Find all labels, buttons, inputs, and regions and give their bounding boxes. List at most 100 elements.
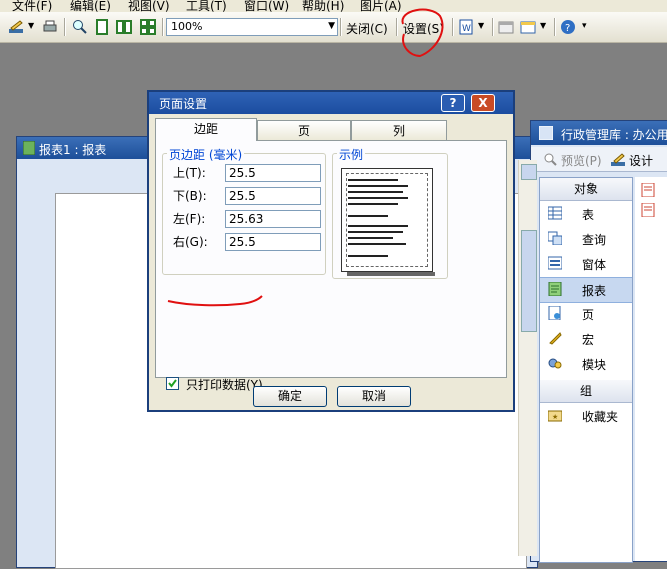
report-window-title: 报表1 : 报表	[39, 143, 107, 157]
object-item-tables[interactable]: 表	[540, 202, 632, 226]
left-margin-field[interactable]: 25.63	[225, 210, 321, 228]
dialog-titlebar: 页面设置 ? X	[149, 92, 513, 114]
object-item-macros[interactable]: 宏	[540, 327, 632, 351]
zoom-value: 100%	[171, 20, 203, 33]
module-icon	[548, 358, 562, 369]
zoom-dropdown-icon[interactable]: ▼	[328, 21, 335, 31]
object-item-label: 表	[582, 208, 595, 222]
checkmark-icon	[168, 379, 177, 388]
svg-text:?: ?	[565, 23, 570, 34]
report-item-icon[interactable]	[641, 183, 655, 197]
dialog-title: 页面设置	[159, 97, 208, 111]
object-item-reports[interactable]: 报表	[540, 277, 632, 303]
print-icon[interactable]	[42, 19, 58, 35]
print-data-only-checkbox[interactable]	[166, 377, 179, 390]
sample-group-label: 示例	[337, 146, 366, 163]
object-item-label: 报表	[582, 284, 607, 298]
database-window-title: 行政管理库 : 办公用品	[561, 128, 667, 142]
scroll-up-button[interactable]	[521, 164, 537, 180]
object-item-label: 页	[582, 308, 595, 322]
new-object-dropdown-icon[interactable]: ▼	[540, 21, 546, 30]
sample-preview	[341, 168, 433, 272]
bottom-margin-field[interactable]: 25.5	[225, 187, 321, 205]
close-button[interactable]: X	[471, 94, 495, 112]
design-view-icon[interactable]	[8, 19, 24, 35]
database-toolbar: 预览(P) 设计	[531, 147, 667, 172]
scroll-thumb[interactable]	[521, 230, 537, 332]
menu-bar: 文件(F) 编辑(E) 视图(V) 工具(T) 窗口(W) 帮助(H) 图片(A…	[0, 0, 667, 12]
database-titlebar: 行政管理库 : 办公用品	[531, 121, 667, 145]
objects-bar: 对象 表 查询 窗体 报表 页 宏 模块 组 ★ 收藏夹	[539, 177, 633, 563]
groups-header[interactable]: 组	[540, 380, 632, 403]
design-button[interactable]: 设计	[629, 152, 653, 169]
preview-icon[interactable]	[543, 152, 557, 166]
menu-file[interactable]: 文件(F)	[12, 0, 52, 12]
macro-icon	[549, 332, 562, 345]
margins-group: 页边距 (毫米) 上(T): 25.5 下(B): 25.5 左(F): 25.…	[162, 146, 326, 275]
right-margin-label: 右(G):	[173, 235, 208, 249]
right-margin-field[interactable]: 25.5	[225, 233, 321, 251]
new-object-icon[interactable]	[520, 19, 536, 35]
database-icon	[539, 126, 553, 140]
tab-page[interactable]: 页	[257, 120, 351, 140]
tab-columns[interactable]: 列	[351, 120, 447, 140]
query-icon	[548, 231, 562, 245]
help-icon[interactable]: ?	[560, 19, 576, 35]
sample-group: 示例	[332, 146, 448, 279]
object-item-queries[interactable]: 查询	[540, 227, 632, 251]
setup-button[interactable]: 设置(S)	[403, 20, 444, 37]
preview-button[interactable]: 预览(P)	[561, 152, 602, 169]
menu-edit[interactable]: 编辑(E)	[70, 0, 111, 12]
toolbar-options-icon[interactable]: ▾	[582, 21, 587, 31]
design-icon[interactable]	[611, 152, 627, 166]
object-item-label: 宏	[582, 333, 595, 347]
tab-margins[interactable]: 边距	[155, 118, 257, 141]
favorites-icon: ★	[548, 410, 562, 422]
menu-view[interactable]: 视图(V)	[128, 0, 170, 12]
object-list	[635, 177, 667, 561]
object-item-label: 查询	[582, 233, 607, 247]
object-item-modules[interactable]: 模块	[540, 352, 632, 376]
word-export-icon[interactable]: W	[458, 19, 474, 35]
report-item-icon[interactable]	[641, 203, 655, 217]
object-item-label: 模块	[582, 358, 607, 372]
top-margin-label: 上(T):	[173, 166, 206, 180]
object-item-label: 窗体	[582, 258, 607, 272]
multiple-pages-icon[interactable]	[140, 19, 156, 35]
objects-header[interactable]: 对象	[540, 178, 632, 201]
menu-tools[interactable]: 工具(T)	[186, 0, 227, 12]
left-margin-label: 左(F):	[173, 212, 206, 226]
menu-help[interactable]: 帮助(H)	[302, 0, 344, 12]
margins-group-label: 页边距 (毫米)	[167, 146, 245, 163]
svg-text:★: ★	[552, 413, 558, 421]
print-data-only-label[interactable]: 只打印数据(Y)	[186, 376, 263, 393]
top-margin-field[interactable]: 25.5	[225, 164, 321, 182]
object-item-pages[interactable]: 页	[540, 302, 632, 326]
report-icon	[548, 282, 562, 296]
margins-panel: 页边距 (毫米) 上(T): 25.5 下(B): 25.5 左(F): 25.…	[155, 140, 507, 392]
zoom-combo[interactable]: 100% ▼	[166, 18, 338, 36]
page-setup-dialog: 页面设置 ? X 边距 页 列 页边距 (毫米) 上(T): 25.5 下(B)…	[147, 90, 515, 412]
export-dropdown-icon[interactable]: ▼	[478, 21, 484, 30]
help-button[interactable]: ?	[441, 94, 465, 112]
cancel-button[interactable]: 取消	[337, 386, 411, 407]
object-item-forms[interactable]: 窗体	[540, 252, 632, 276]
svg-text:W: W	[462, 24, 471, 34]
group-item-favorites[interactable]: ★ 收藏夹	[540, 404, 632, 428]
zoom-icon[interactable]	[72, 19, 88, 35]
design-dropdown-icon[interactable]: ▼	[28, 21, 34, 30]
database-window: 行政管理库 : 办公用品 预览(P) 设计 对象 表 查询 窗体 报表 页	[530, 120, 667, 563]
menu-window[interactable]: 窗口(W)	[244, 0, 289, 12]
one-page-icon[interactable]	[94, 19, 110, 35]
object-item-label: 收藏夹	[582, 410, 619, 424]
two-pages-icon[interactable]	[116, 19, 132, 35]
form-icon	[548, 256, 562, 270]
menu-image[interactable]: 图片(A)	[360, 0, 402, 12]
close-preview-button[interactable]: 关闭(C)	[346, 20, 388, 37]
database-window-icon[interactable]	[498, 19, 514, 35]
vertical-scrollbar[interactable]	[518, 160, 537, 556]
bottom-margin-label: 下(B):	[173, 189, 207, 203]
page-icon	[548, 306, 561, 320]
ok-button[interactable]: 确定	[253, 386, 327, 407]
table-icon	[548, 206, 562, 220]
